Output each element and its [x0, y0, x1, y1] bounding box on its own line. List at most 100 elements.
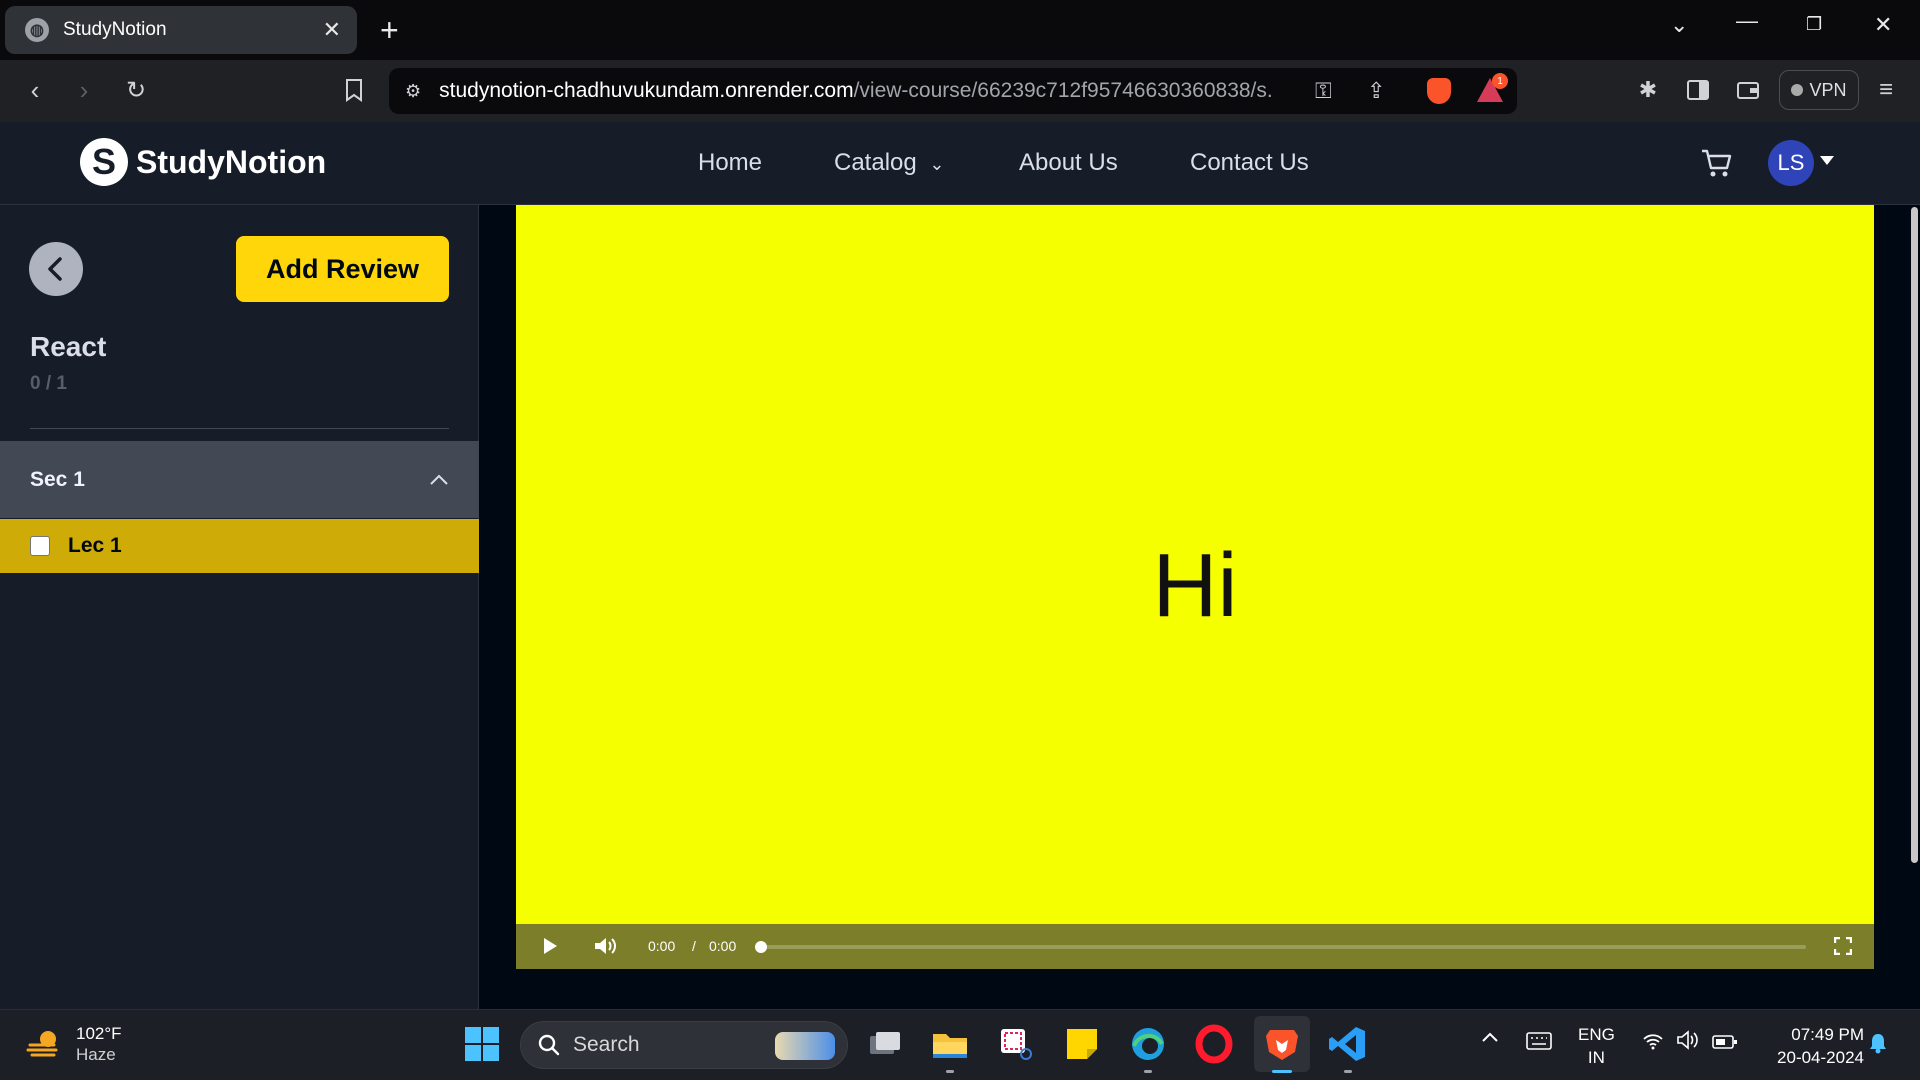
brave-browser-icon[interactable] [1254, 1016, 1310, 1072]
brave-shields-icon[interactable] [1427, 78, 1451, 104]
clock-time: 07:49 PM [1791, 1025, 1864, 1044]
lecture-item[interactable]: Lec 1 [0, 519, 479, 573]
current-time: 0:00 [648, 938, 676, 954]
sidebar-toggle-icon[interactable] [1682, 74, 1714, 106]
nav-home[interactable]: Home [698, 149, 762, 177]
running-indicator [946, 1070, 954, 1073]
vpn-status-icon [1791, 84, 1804, 96]
lecture-complete-checkbox[interactable] [30, 536, 50, 556]
address-bar[interactable]: ⚙ studynotion-chadhuvukundam.onrender.co… [389, 68, 1517, 114]
browser-tab[interactable]: ◍ StudyNotion ✕ [5, 6, 357, 54]
weather-description: Haze [76, 1045, 116, 1064]
cart-icon[interactable] [1700, 146, 1734, 180]
site-navbar: S StudyNotion Home Catalog ⌄ About Us Co… [0, 122, 1920, 205]
region-code: IN [1587, 1048, 1605, 1067]
nav-contact-us[interactable]: Contact Us [1190, 149, 1309, 177]
duration: 0:00 [709, 938, 737, 954]
seek-handle[interactable] [755, 941, 767, 953]
video-player[interactable]: Hi [516, 205, 1874, 969]
chevron-up-icon[interactable] [1480, 1030, 1500, 1049]
bookmark-icon[interactable] [338, 74, 370, 106]
restore-icon[interactable]: ❐ [1806, 14, 1822, 35]
weather-temperature: 102°F [76, 1024, 122, 1043]
key-icon[interactable]: ⚿ [1315, 78, 1332, 104]
extensions-icon[interactable]: ✱ [1632, 74, 1664, 106]
page-scrollbar[interactable] [1911, 207, 1918, 863]
running-indicator [1144, 1070, 1152, 1073]
video-area: Hi 0:00 / 0:00 [480, 205, 1920, 1009]
window-close-icon[interactable]: ✕ [1874, 12, 1892, 38]
search-highlight-icon [775, 1032, 835, 1060]
edge-icon[interactable] [1128, 1024, 1168, 1064]
rewards-badge: 1 [1492, 73, 1508, 89]
logo-text: StudyNotion [136, 143, 327, 180]
browser-toolbar: ‹ › ↻ ⚙ studynotion-chadhuvukundam.onren… [0, 60, 1920, 122]
nav-catalog-label: Catalog [834, 149, 917, 176]
lecture-title: Lec 1 [68, 534, 122, 557]
running-indicator [1344, 1070, 1352, 1073]
sticky-notes-icon[interactable] [1062, 1024, 1102, 1064]
course-progress: 0 / 1 [30, 373, 67, 394]
back-button[interactable] [29, 242, 83, 296]
chevron-up-icon [430, 474, 448, 485]
caret-down-icon[interactable] [1820, 156, 1834, 165]
add-review-button[interactable]: Add Review [236, 236, 449, 302]
volume-icon[interactable] [594, 936, 618, 961]
globe-icon: ◍ [25, 18, 49, 42]
snipping-tool-icon[interactable] [996, 1024, 1036, 1064]
start-windows-icon[interactable] [462, 1024, 502, 1064]
time-separator: / [692, 938, 696, 954]
file-explorer-icon[interactable] [930, 1024, 970, 1064]
divider [30, 428, 449, 429]
new-tab-icon[interactable]: + [380, 14, 399, 46]
share-icon[interactable]: ⇪ [1367, 78, 1385, 104]
clock-date: 20-04-2024 [1777, 1048, 1864, 1067]
avatar[interactable]: LS [1768, 140, 1814, 186]
play-icon[interactable] [542, 937, 558, 960]
keyboard-icon[interactable] [1526, 1032, 1552, 1055]
logo-icon: S [80, 138, 128, 186]
opera-icon[interactable] [1194, 1024, 1234, 1064]
speaker-icon[interactable] [1676, 1030, 1700, 1055]
seek-bar[interactable] [755, 941, 1806, 953]
battery-icon[interactable] [1712, 1034, 1738, 1055]
tab-search-chevron-icon[interactable]: ⌄ [1670, 12, 1688, 38]
haze-sun-icon [26, 1030, 58, 1056]
language-code: ENG [1578, 1025, 1615, 1044]
section-header[interactable]: Sec 1 [0, 441, 479, 518]
fullscreen-icon[interactable] [1833, 936, 1853, 960]
active-app-indicator [1272, 1070, 1292, 1073]
nav-about-us[interactable]: About Us [1019, 149, 1118, 177]
weather-widget[interactable]: 102°F Haze [26, 1022, 122, 1065]
language-indicator[interactable]: ENG IN [1578, 1023, 1615, 1069]
section-title: Sec 1 [30, 467, 85, 491]
wallet-icon[interactable] [1732, 74, 1764, 106]
course-title: React [30, 331, 107, 362]
site-logo[interactable]: S StudyNotion [80, 138, 326, 186]
taskbar: 102°F Haze Search ENG IN 07:49 PM 20-04-… [0, 1009, 1920, 1080]
notification-bell-icon[interactable] [1868, 1032, 1888, 1059]
video-controls: 0:00 / 0:00 [516, 924, 1874, 969]
task-view-icon[interactable] [864, 1024, 904, 1064]
site-settings-icon[interactable]: ⚙ [405, 81, 421, 102]
browser-tabbar: ◍ StudyNotion ✕ + ⌄ — ❐ ✕ [0, 0, 1920, 60]
forward-arrow-icon[interactable]: › [68, 74, 100, 106]
minimize-icon[interactable]: — [1736, 8, 1758, 34]
menu-icon[interactable]: ≡ [1870, 74, 1902, 106]
url-path: /view-course/66239c712f95746630360838/s.… [853, 79, 1274, 102]
search-label: Search [573, 1033, 640, 1056]
nav-catalog[interactable]: Catalog ⌄ [834, 149, 945, 177]
chevron-left-icon [48, 257, 62, 281]
taskbar-search[interactable]: Search [520, 1021, 848, 1069]
vpn-label: VPN [1809, 79, 1847, 100]
back-arrow-icon[interactable]: ‹ [19, 74, 51, 106]
url-host: studynotion-chadhuvukundam.onrender.com [439, 79, 854, 102]
vpn-button[interactable]: VPN [1779, 70, 1859, 110]
search-icon [538, 1034, 560, 1056]
vscode-icon[interactable] [1328, 1024, 1368, 1064]
close-tab-icon[interactable]: ✕ [323, 17, 341, 43]
wifi-icon[interactable] [1642, 1032, 1664, 1055]
clock[interactable]: 07:49 PM 20-04-2024 [1758, 1023, 1864, 1069]
course-sidebar: Add Review React 0 / 1 Sec 1 Lec 1 [0, 205, 479, 1009]
reload-icon[interactable]: ↻ [120, 74, 152, 106]
